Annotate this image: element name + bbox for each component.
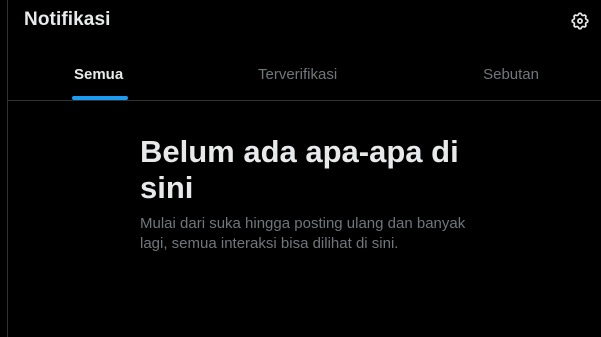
empty-state: Belum ada apa-apa di sini Mulai dari suk… bbox=[140, 134, 480, 254]
page-title: Notifikasi bbox=[24, 9, 111, 30]
header: Notifikasi bbox=[8, 0, 601, 44]
tab-sebutan[interactable]: Sebutan bbox=[382, 48, 601, 100]
empty-state-description: Mulai dari suka hingga posting ulang dan… bbox=[140, 215, 466, 252]
tab-label: Terverifikasi bbox=[258, 65, 338, 83]
tab-label: Semua bbox=[74, 65, 124, 83]
tab-terverifikasi[interactable]: Terverifikasi bbox=[182, 48, 382, 100]
notification-tabs: Semua Terverifikasi Sebutan bbox=[8, 48, 601, 100]
empty-state-title: Belum ada apa-apa di sini bbox=[140, 134, 459, 205]
tab-label: Sebutan bbox=[483, 65, 539, 83]
gear-icon bbox=[571, 12, 589, 30]
notifications-page: Notifikasi Semua Terverifikasi Sebutan B… bbox=[0, 0, 601, 337]
settings-button[interactable] bbox=[567, 8, 593, 34]
tab-semua[interactable]: Semua bbox=[8, 48, 182, 100]
tabs-divider bbox=[8, 100, 601, 101]
